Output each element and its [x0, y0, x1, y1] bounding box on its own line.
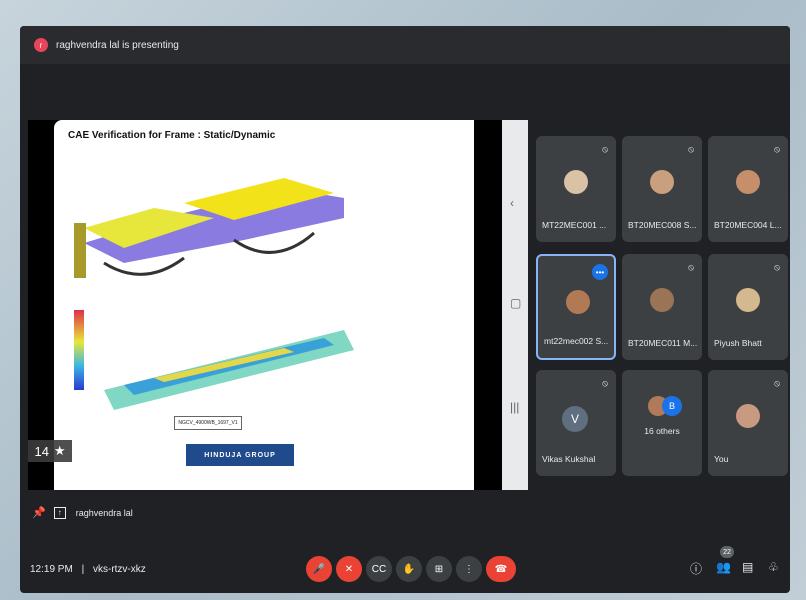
presenter-label: 📌 ↑ raghvendra lal	[32, 506, 133, 519]
participant-name: Vikas Kukshal	[542, 454, 596, 464]
camera-off-icon[interactable]: ✕	[336, 556, 362, 582]
mic-off-icon: ⦸	[602, 378, 608, 388]
mic-off-icon[interactable]: 🎤	[306, 556, 332, 582]
participant-tile[interactable]: ⦸ BT20MEC011 M...	[622, 254, 702, 360]
meeting-info: 12:19 PM | vks-rtzv-xkz	[30, 564, 146, 575]
present-icon: ↑	[53, 506, 66, 519]
model-label: NGCV_4900WB_1697_V1	[174, 416, 242, 430]
mic-off-icon: ⦸	[774, 144, 780, 154]
chevron-left-icon[interactable]: ‹	[510, 196, 514, 210]
mic-off-icon: ⦸	[602, 144, 608, 154]
meet-window: r raghvendra lal is presenting CAE Verif…	[20, 26, 790, 593]
avatar: V	[562, 406, 588, 432]
avatar	[736, 170, 760, 194]
self-tile[interactable]: ⦸ You	[708, 370, 788, 476]
participants-count-badge: 22	[720, 546, 734, 558]
end-call-icon[interactable]: ☎	[486, 556, 516, 582]
avatar	[736, 404, 760, 428]
participant-tile[interactable]: ⦸ V Vikas Kukshal	[536, 370, 616, 476]
pin-icon[interactable]: ★	[54, 443, 66, 459]
avatar	[566, 290, 590, 314]
avatar	[650, 170, 674, 194]
avatar	[564, 170, 588, 194]
clock-time: 12:19 PM	[30, 564, 73, 575]
avatar	[650, 288, 674, 312]
participant-tile[interactable]: ⦸ Piyush Bhatt	[708, 254, 788, 360]
slide-title: CAE Verification for Frame : Static/Dyna…	[68, 130, 276, 141]
slide-counter[interactable]: 14 ★	[28, 440, 72, 462]
home-button-icon[interactable]: ▢	[510, 296, 521, 310]
avatar: B	[662, 396, 682, 416]
stress-plot-image	[74, 310, 354, 410]
participant-name: Piyush Bhatt	[714, 338, 762, 348]
avatar	[736, 288, 760, 312]
presenting-bar: r raghvendra lal is presenting	[20, 26, 790, 64]
mic-off-icon: ⦸	[688, 262, 694, 272]
captions-icon[interactable]: CC	[366, 556, 392, 582]
presentation-sidebar: ‹ ▢ |||	[502, 120, 528, 490]
participant-name: mt22mec002 S...	[544, 336, 609, 346]
meeting-code: vks-rtzv-xkz	[92, 564, 146, 575]
slide: CAE Verification for Frame : Static/Dyna…	[54, 120, 474, 490]
participant-name: BT20MEC008 S...	[628, 220, 697, 230]
separator: |	[81, 564, 85, 575]
frame-model-image	[74, 178, 344, 278]
participant-name: BT20MEC011 M...	[628, 338, 698, 348]
activities-icon[interactable]: ♧	[768, 560, 779, 574]
more-icon[interactable]: ⋮	[456, 556, 482, 582]
presenter-name: raghvendra lal	[75, 507, 133, 518]
company-logo: HINDUJA GROUP	[186, 444, 294, 466]
people-icon[interactable]: 👥	[716, 560, 731, 574]
others-tile[interactable]: B 16 others	[622, 370, 702, 476]
participant-name: BT20MEC004 L...	[714, 220, 782, 230]
slide-number: 14	[34, 443, 49, 459]
recent-apps-icon[interactable]: |||	[510, 400, 519, 414]
mic-off-icon: ⦸	[774, 262, 780, 272]
info-icon[interactable]: ⓘ	[690, 560, 702, 577]
participant-name: MT22MEC001 ...	[542, 220, 607, 230]
more-options-icon[interactable]: •••	[592, 264, 608, 280]
presenting-text: raghvendra lal is presenting	[56, 39, 179, 51]
others-avatars: B	[648, 396, 682, 418]
control-bar: 12:19 PM | vks-rtzv-xkz 🎤 ✕ CC ✋ ⊞ ⋮ ☎ ⓘ…	[20, 546, 790, 593]
shared-screen[interactable]: CAE Verification for Frame : Static/Dyna…	[28, 120, 528, 490]
pin-icon[interactable]: 📌	[32, 506, 46, 519]
participant-tile[interactable]: ⦸ BT20MEC004 L...	[708, 136, 788, 242]
mic-off-icon: ⦸	[774, 378, 780, 388]
chat-icon[interactable]: ▤	[742, 560, 753, 574]
presenter-avatar: r	[34, 38, 48, 52]
participant-tile[interactable]: ⦸ MT22MEC001 ...	[536, 136, 616, 242]
others-count: 16 others	[644, 426, 680, 436]
raise-hand-icon[interactable]: ✋	[396, 556, 422, 582]
present-icon[interactable]: ⊞	[426, 556, 452, 582]
participant-tile[interactable]: ••• mt22mec002 S...	[536, 254, 616, 360]
participant-name: You	[714, 454, 729, 464]
mic-off-icon: ⦸	[688, 144, 694, 154]
participant-tile[interactable]: ⦸ BT20MEC008 S...	[622, 136, 702, 242]
